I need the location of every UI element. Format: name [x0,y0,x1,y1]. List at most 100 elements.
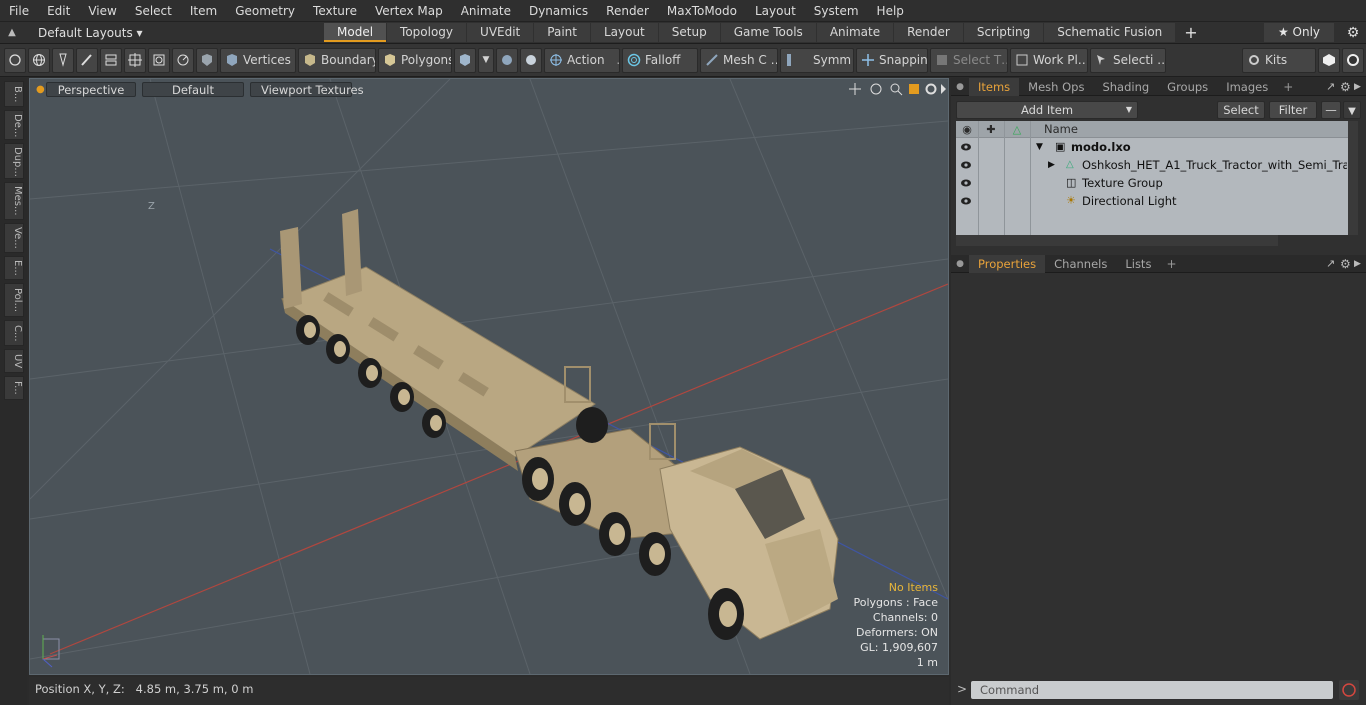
item-mode-dropdown[interactable]: ▼ [478,47,494,73]
left-tab-duplicate[interactable]: Dup... [4,143,24,179]
action-button[interactable]: Action … [544,47,620,73]
mesh-constraint-button[interactable]: Mesh C … [700,47,778,73]
menu-animate[interactable]: Animate [452,0,520,22]
tab-render[interactable]: Render [894,23,963,42]
tree-row-mesh[interactable]: ▶ △ Oshkosh_HET_A1_Truck_Tractor_with_Se… [956,156,1348,174]
rotate-view-icon[interactable] [870,83,882,95]
tab-model[interactable]: Model [324,23,387,42]
tab-animate[interactable]: Animate [816,23,894,42]
polygons-button[interactable]: Polygons [378,47,452,73]
expand-arrow-icon[interactable]: ▶ [1048,156,1055,174]
expand-arrow-icon[interactable]: ▼ [1036,138,1043,156]
gear-icon[interactable]: ⚙ [1340,25,1366,41]
tab-scripting[interactable]: Scripting [963,23,1044,42]
boundary-button[interactable]: Boundary [298,47,376,73]
expand-panel-icon[interactable]: ↗ [1326,80,1340,93]
panel-gear-icon[interactable]: ⚙ [1340,257,1354,271]
unreal-button[interactable] [1342,47,1364,73]
selection-sets-button[interactable]: Selecti … [1090,47,1166,73]
left-tab-uv[interactable]: UV [4,349,24,373]
menu-help[interactable]: Help [868,0,913,22]
scale-button[interactable] [148,47,170,73]
left-tab-fusion[interactable]: F... [4,376,24,400]
tab-layout[interactable]: Layout [590,23,658,42]
3d-viewport[interactable]: Z ● Perspective Default Viewport Texture… [29,78,949,675]
layout-collapse-icon[interactable]: ▲ [0,27,24,38]
maximize-view-icon[interactable] [909,84,919,94]
only-toggle[interactable]: ★ Only [1264,23,1334,42]
tab-properties[interactable]: Properties [969,254,1046,273]
menu-edit[interactable]: Edit [38,0,79,22]
default-layouts-dropdown[interactable]: Default Layouts ▾ [24,26,324,40]
unity-button[interactable] [1318,47,1340,73]
menu-texture[interactable]: Texture [304,0,366,22]
zoom-view-icon[interactable] [890,83,903,96]
transform-button[interactable] [124,47,146,73]
select-circle-button[interactable] [4,47,26,73]
pivot-button[interactable] [520,47,542,73]
menu-maxtomodo[interactable]: MaxToModo [658,0,746,22]
panel-arrow-icon[interactable]: ▶ [1354,259,1366,269]
visibility-column-icon[interactable]: ◉ [956,121,978,138]
eye-icon[interactable] [960,195,972,207]
pen-button[interactable] [52,47,74,73]
left-tab-mesh-edit[interactable]: Mes... [4,182,24,220]
tab-items[interactable]: Items [969,77,1020,96]
left-tab-deform[interactable]: De... [4,110,24,140]
panel-gear-icon[interactable]: ⚙ [1340,80,1354,94]
tab-setup[interactable]: Setup [658,23,720,42]
shield-button[interactable] [196,47,218,73]
menu-select[interactable]: Select [126,0,181,22]
panel-arrow-icon[interactable]: ▶ [1354,82,1366,92]
name-column-header[interactable]: Name [1030,121,1078,138]
left-tab-curve[interactable]: C... [4,320,24,346]
tree-row-texture-group[interactable]: ◫ Texture Group [956,174,1348,192]
select-button[interactable]: Select [1217,101,1265,119]
brush-button[interactable] [76,47,98,73]
tab-groups[interactable]: Groups [1158,78,1217,96]
viewport-textures-button[interactable]: Viewport Textures [250,81,364,97]
left-tab-polygon[interactable]: Pol... [4,283,24,317]
tree-h-scrollbar[interactable] [956,235,1278,246]
eye-icon[interactable] [960,177,972,189]
tab-uvedit[interactable]: UVEdit [467,23,534,42]
menu-layout[interactable]: Layout [746,0,805,22]
eye-icon[interactable] [960,141,972,153]
work-plane-button[interactable]: Work Pl… [1010,47,1088,73]
truck-model[interactable] [280,209,839,640]
kits-button[interactable]: Kits [1242,47,1316,73]
tab-paint[interactable]: Paint [534,23,590,42]
left-tab-vertex[interactable]: Ve... [4,223,24,253]
record-button[interactable] [1339,680,1359,700]
tree-row-light[interactable]: ☀ Directional Light [956,192,1348,210]
select-through-button[interactable]: Select T… [930,47,1008,73]
item-mode-button[interactable] [454,47,476,73]
add-panel-tab-button[interactable]: + [1160,257,1182,271]
view-mode-button[interactable]: Perspective [46,81,136,97]
tab-images[interactable]: Images [1217,78,1277,96]
funnel-button[interactable]: ▼ [1343,101,1361,119]
move-view-icon[interactable] [849,83,861,95]
tab-mesh-ops[interactable]: Mesh Ops [1019,78,1093,96]
viewport-gear-icon[interactable] [925,83,937,95]
expand-panel-icon[interactable]: ↗ [1326,257,1340,270]
panel-menu-dot[interactable]: ● [951,259,969,269]
left-tab-basic[interactable]: B... [4,81,24,107]
viewport-menu-dot[interactable]: ● [36,84,46,95]
add-tab-button[interactable]: + [1176,23,1205,42]
symmetry-button[interactable]: Symm … [780,47,854,73]
viewport-arrow-icon[interactable] [941,84,946,94]
filter-button[interactable]: Filter [1269,101,1317,119]
menu-view[interactable]: View [79,0,125,22]
tab-lists[interactable]: Lists [1116,255,1160,273]
panel-menu-dot[interactable]: ● [951,82,969,92]
menu-geometry[interactable]: Geometry [226,0,304,22]
add-panel-tab-button[interactable]: + [1277,80,1299,94]
command-input[interactable]: Command [971,681,1333,699]
tab-schematic-fusion[interactable]: Schematic Fusion [1044,23,1176,42]
left-tab-edge[interactable]: E... [4,256,24,280]
collapse-button[interactable]: — [1321,101,1341,119]
menu-vertex-map[interactable]: Vertex Map [366,0,452,22]
menu-system[interactable]: System [805,0,868,22]
globe-button[interactable] [28,47,50,73]
